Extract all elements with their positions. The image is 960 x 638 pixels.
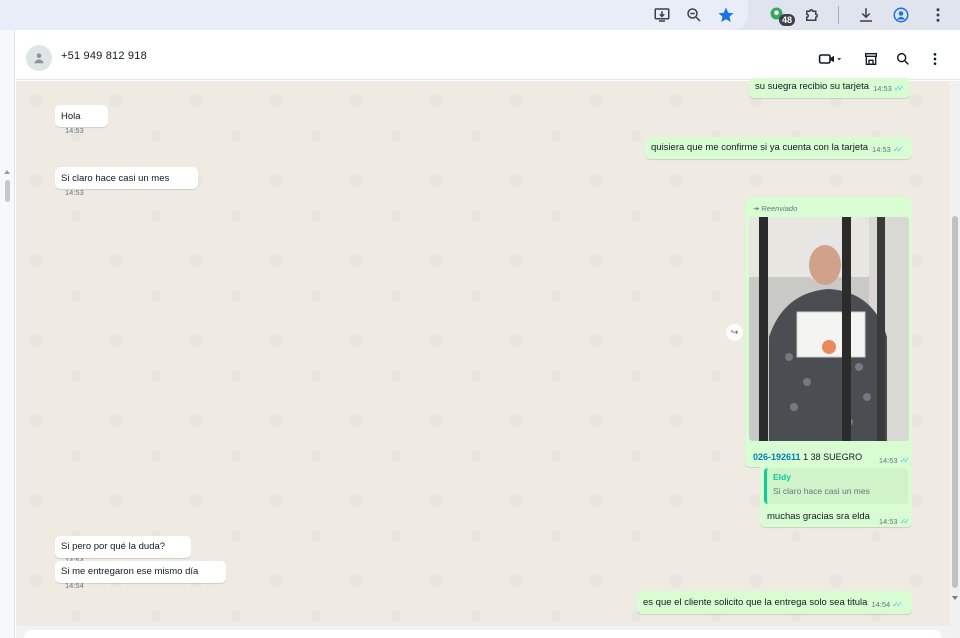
message-time: 14:53: [65, 188, 84, 197]
message-outgoing[interactable]: su suegra recibio su tarjeta 14:53 ✓✓: [749, 78, 910, 98]
message-time: 14:53: [873, 84, 892, 93]
install-app-icon[interactable]: [651, 4, 673, 26]
message-text: Si me entregaron ese mismo día: [61, 566, 199, 577]
message-time: 14:53: [872, 145, 891, 154]
profile-icon[interactable]: [890, 4, 912, 26]
forwarded-label: ↠ Reenviado: [753, 204, 798, 213]
photo-woman-holding-card: [749, 217, 909, 441]
catalog-button[interactable]: [861, 49, 881, 69]
extensions-puzzle-icon[interactable]: [801, 4, 823, 26]
message-text: Si pero por qué la duda?: [61, 541, 166, 552]
left-scroll-up-arrow[interactable]: [4, 170, 10, 174]
quoted-message[interactable]: Eldy Si claro hace casi un mes: [764, 468, 908, 504]
caption-code: 026-192611: [753, 452, 801, 462]
message-text: quisiera que me confirme si ya cuenta co…: [651, 142, 869, 153]
quote-author: Eldy: [773, 472, 791, 482]
chat-header[interactable]: +51 949 812 918: [16, 38, 960, 80]
toolbar-separator: [838, 6, 839, 24]
message-input[interactable]: [24, 630, 942, 638]
read-ticks-icon: ✓✓: [899, 517, 911, 526]
message-text: su suegra recibio su tarjeta: [755, 81, 870, 92]
read-ticks-icon: ✓✓: [893, 84, 905, 93]
avatar[interactable]: [26, 45, 52, 71]
message-incoming[interactable]: Si me entregaron ese mismo día 14:54: [55, 561, 226, 590]
catalog-store-icon: [865, 53, 877, 65]
default-avatar-icon: [34, 53, 44, 64]
message-outgoing[interactable]: es que el cliente solicito que la entreg…: [637, 591, 912, 614]
search-icon: [896, 52, 909, 65]
extension-badge: 48: [779, 14, 796, 26]
message-incoming[interactable]: Hola 14:53: [55, 105, 108, 135]
read-ticks-icon: ✓✓: [892, 145, 904, 154]
caption-text: 1 38 SUEGRO: [800, 452, 863, 462]
chat-menu-button[interactable]: [925, 49, 945, 69]
bookmark-star-icon[interactable]: [715, 4, 737, 26]
message-text: Si claro hace casi un mes: [61, 173, 170, 184]
search-button[interactable]: [893, 49, 913, 69]
message-composer: [16, 626, 950, 638]
kebab-menu-icon: [933, 53, 937, 65]
message-time: 14:53: [65, 126, 84, 135]
forward-message-icon[interactable]: ↪: [726, 324, 743, 341]
chat-scrollbar[interactable]: [950, 81, 960, 638]
video-call-button[interactable]: [813, 49, 847, 69]
extension-app-icon[interactable]: 48: [767, 4, 796, 26]
download-icon[interactable]: [855, 4, 877, 26]
message-outgoing[interactable]: quisiera que me confirme si ya cuenta co…: [645, 137, 912, 159]
message-incoming[interactable]: Si pero por qué la duda?14:54: [55, 536, 191, 565]
contact-name[interactable]: +51 949 812 918: [61, 50, 147, 62]
message-text: es que el cliente solicito que la entreg…: [643, 597, 868, 608]
browser-toolbar: 48: [0, 0, 960, 30]
message-text: muchas gracias sra elda: [767, 511, 870, 522]
message-meta: 14:53 ✓✓: [875, 514, 911, 528]
image-caption: 026-192611 1 38 SUEGRO: [753, 451, 862, 463]
quote-text: Si claro hace casi un mes: [773, 486, 870, 496]
read-ticks-icon: ✓✓: [892, 600, 903, 609]
left-scroll-thumb[interactable]: [5, 180, 10, 202]
kebab-menu-icon[interactable]: [927, 4, 949, 26]
omnibox-area: [0, 0, 748, 30]
message-incoming[interactable]: Si claro hace casi un mes 14:53: [55, 167, 198, 197]
message-time: 14:54: [871, 600, 891, 609]
chat-scroll-thumb[interactable]: [952, 216, 958, 588]
zoom-out-icon[interactable]: [683, 4, 705, 26]
message-time: 14:54: [65, 581, 84, 590]
message-text: Hola: [61, 111, 81, 122]
left-panel-edge: [0, 30, 15, 638]
video-call-icon: [818, 54, 842, 64]
message-time: 14:53: [878, 517, 898, 526]
forwarded-photo[interactable]: [749, 217, 909, 441]
chat-scroll-down-arrow[interactable]: [952, 596, 958, 600]
